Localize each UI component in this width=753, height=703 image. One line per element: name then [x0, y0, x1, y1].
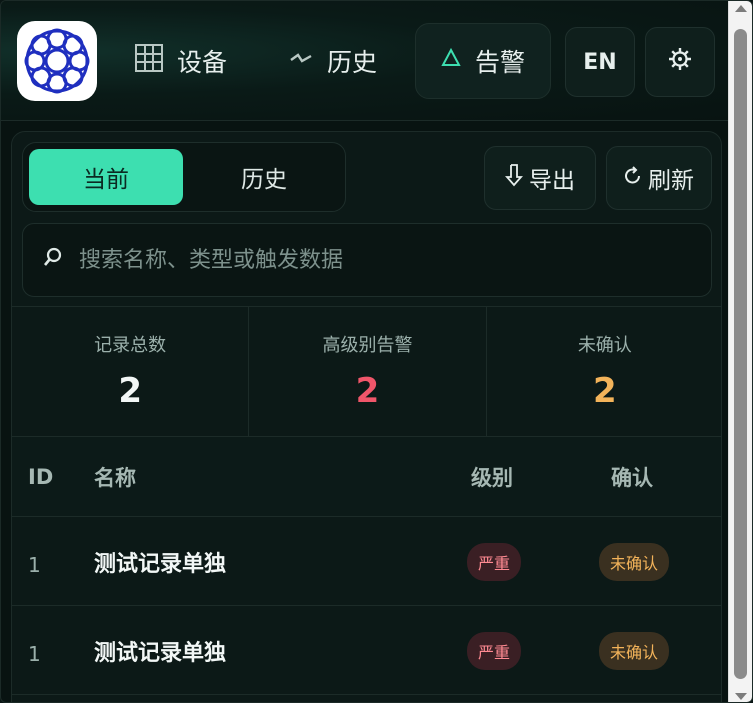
export-button[interactable]: 导出	[484, 146, 596, 210]
column-severity[interactable]: 级别	[471, 437, 513, 517]
scroll-thumb[interactable]	[734, 29, 747, 679]
language-button[interactable]: EN	[565, 27, 635, 97]
refresh-label: 刷新	[648, 168, 694, 194]
refresh-button[interactable]: 刷新	[606, 146, 712, 210]
stat-high-severity-value: 2	[355, 371, 380, 411]
grid-icon	[135, 43, 163, 79]
row-severity-cell: 严重	[467, 517, 522, 606]
column-id[interactable]: ID	[28, 437, 53, 517]
row-ack-cell: 未确认	[599, 606, 670, 695]
scroll-down-arrow-icon[interactable]	[735, 693, 747, 700]
row-ack-cell: 未确认	[599, 517, 670, 606]
stat-unacknowledged-label: 未确认	[577, 335, 632, 356]
table-row[interactable]: 1 测试记录单独 严重 未确认	[12, 517, 721, 606]
stat-total-label: 记录总数	[94, 335, 167, 356]
nav-history-label: 历史	[327, 48, 378, 77]
nav-alerts-label: 告警	[474, 48, 525, 77]
table-row[interactable]: 1 测试记录单独 严重 未确认	[12, 606, 721, 695]
settings-button[interactable]	[645, 27, 715, 97]
nav-devices-label: 设备	[177, 48, 228, 77]
nav-history[interactable]: 历史	[289, 29, 377, 93]
vertical-scrollbar[interactable]	[728, 1, 752, 702]
row-name: 测试记录单独	[94, 551, 227, 577]
row-id: 1	[28, 552, 41, 577]
network-logo-icon	[24, 28, 90, 94]
download-arrow-icon	[505, 163, 523, 193]
column-acknowledged[interactable]: 确认	[611, 437, 653, 517]
stat-high-severity-label: 高级别告警	[322, 335, 413, 356]
stat-total-value: 2	[118, 371, 142, 411]
stat-high-severity: 高级别告警 2	[249, 307, 487, 436]
gear-icon	[668, 47, 692, 77]
stat-unacknowledged-value: 2	[592, 371, 617, 411]
export-label: 导出	[529, 168, 575, 194]
language-label: EN	[583, 49, 617, 75]
severity-badge: 严重	[467, 631, 522, 670]
view-toggle: 当前 历史	[22, 142, 346, 212]
search-input[interactable]	[79, 247, 659, 273]
app-logo[interactable]	[17, 21, 97, 101]
stat-total: 记录总数 2	[12, 307, 250, 436]
tab-current[interactable]: 当前	[29, 149, 183, 205]
pulse-icon	[289, 46, 313, 77]
scroll-up-arrow-icon[interactable]	[735, 5, 747, 12]
top-navbar: 设备 历史 告警 EN	[1, 1, 730, 121]
severity-badge: 严重	[467, 542, 522, 581]
stats-row: 记录总数 2 高级别告警 2 未确认 2	[12, 306, 721, 437]
app-window: 设备 历史 告警 EN 当前 历史 导出 刷新 搜索名称、类型或触发数据 记录总…	[0, 0, 753, 703]
search-box	[22, 223, 712, 297]
row-severity-cell: 严重	[467, 606, 522, 695]
alerts-panel: 当前 历史 导出 刷新 搜索名称、类型或触发数据 记录总数 2 高级别告警 2 …	[11, 131, 722, 702]
row-name: 测试记录单独	[94, 640, 227, 666]
nav-alerts[interactable]: 告警	[415, 23, 551, 99]
tab-history[interactable]: 历史	[187, 149, 341, 205]
search-icon	[43, 246, 63, 274]
table-header: ID 名称 级别 确认	[12, 437, 721, 517]
ack-status-badge[interactable]: 未确认	[599, 542, 670, 581]
refresh-icon	[624, 165, 642, 191]
nav-devices[interactable]: 设备	[135, 29, 227, 93]
column-name[interactable]: 名称	[94, 437, 136, 517]
stat-unacknowledged: 未确认 2	[487, 307, 721, 436]
row-id: 1	[28, 641, 41, 666]
triangle-icon	[441, 47, 461, 74]
ack-status-badge[interactable]: 未确认	[599, 631, 670, 670]
